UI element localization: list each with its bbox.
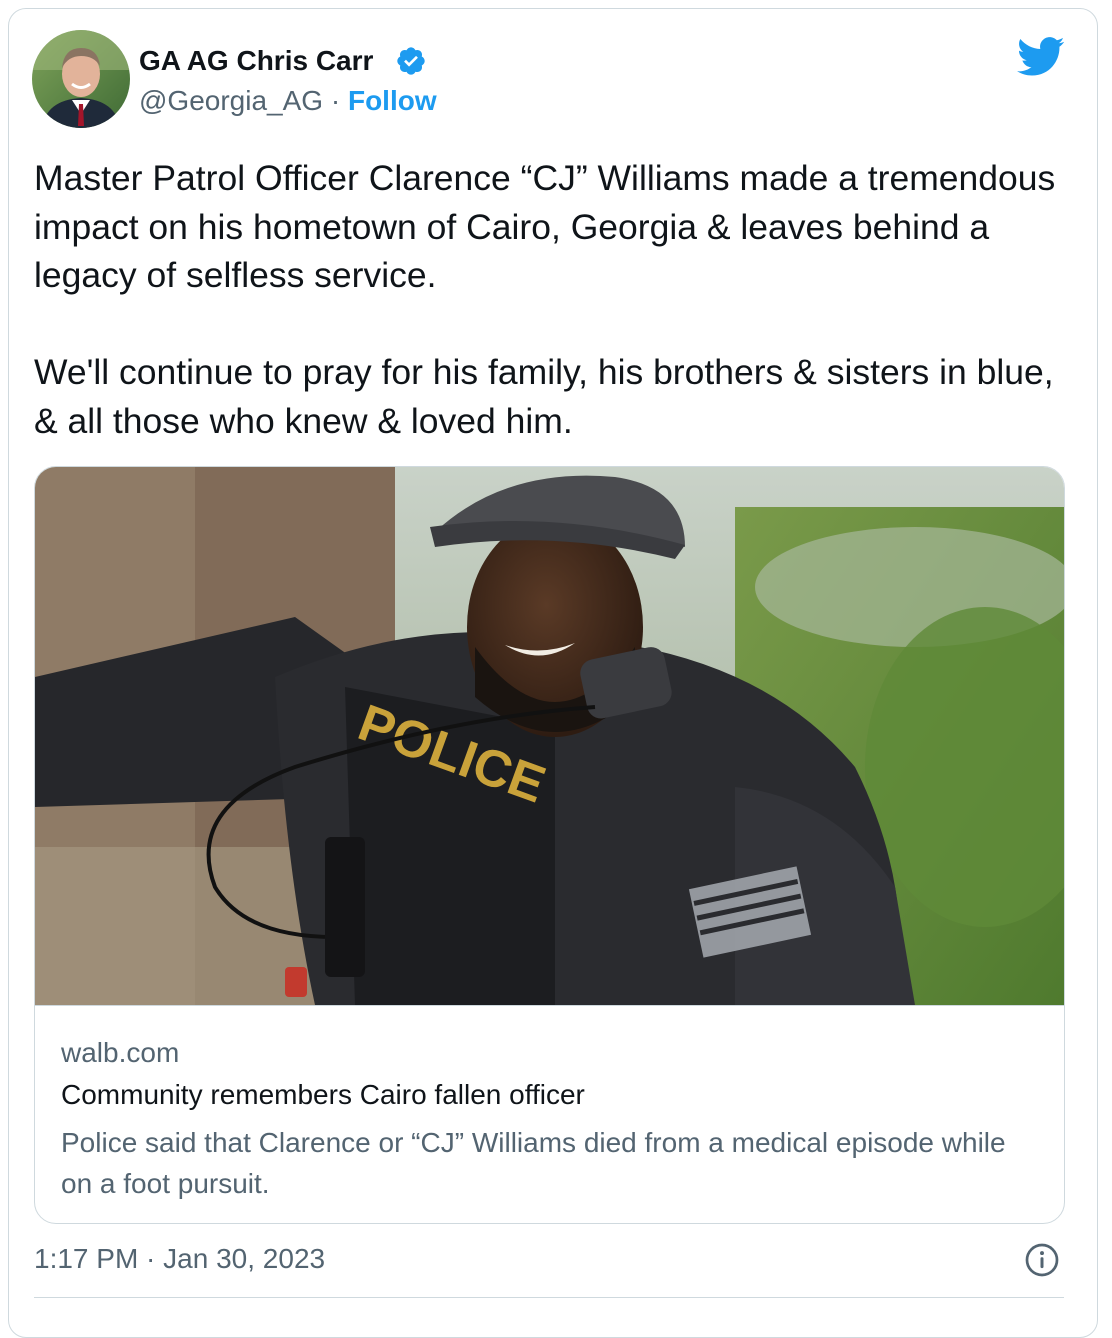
twitter-bird-icon[interactable] (1017, 37, 1065, 77)
tweet-text: Master Patrol Officer Clarence “CJ” Will… (34, 154, 1074, 445)
tweet-paragraph: We'll continue to pray for his family, h… (34, 352, 1054, 441)
author-avatar[interactable] (32, 30, 130, 128)
divider (34, 1297, 1064, 1298)
tweet-time[interactable]: 1:17 PM (34, 1243, 138, 1274)
author-display-name[interactable]: GA AG Chris Carr (139, 44, 373, 78)
link-preview-meta: walb.com Community remembers Cairo falle… (35, 1005, 1064, 1223)
tweet-timestamp: 1:17 PM · Jan 30, 2023 (34, 1242, 325, 1276)
link-preview-card[interactable]: POLICE walb.com Community remembers Cair… (34, 466, 1065, 1224)
follow-button[interactable]: Follow (348, 85, 437, 116)
avatar-photo (32, 30, 130, 128)
officer-photo: POLICE (35, 467, 1064, 1005)
link-description: Police said that Clarence or “CJ” Willia… (61, 1127, 1006, 1199)
info-icon[interactable] (1024, 1242, 1060, 1278)
handle-separator: · (323, 85, 348, 116)
link-title: Community remembers Cairo fallen officer (61, 1079, 585, 1110)
author-handle[interactable]: @Georgia_AG (139, 85, 323, 116)
link-preview-image: POLICE (35, 467, 1064, 1005)
link-domain: walb.com (61, 1037, 180, 1068)
timestamp-separator: · (138, 1243, 164, 1274)
tweet-date[interactable]: Jan 30, 2023 (163, 1243, 325, 1274)
verified-badge-icon (397, 47, 425, 75)
tweet-paragraph: Master Patrol Officer Clarence “CJ” Will… (34, 158, 1056, 295)
author-handle-row: @Georgia_AG · Follow (139, 84, 437, 118)
